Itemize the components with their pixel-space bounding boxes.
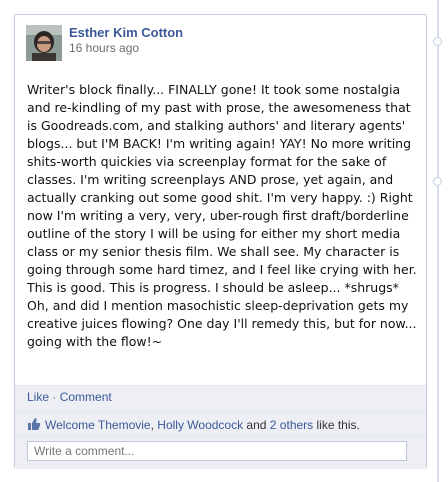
likes-and: and bbox=[243, 418, 270, 432]
comment-input[interactable] bbox=[27, 441, 407, 461]
like-button[interactable]: Like bbox=[27, 390, 49, 404]
others-link[interactable]: 2 others bbox=[270, 418, 313, 432]
post-card: Esther Kim Cotton 16 hours ago Writer's … bbox=[14, 14, 427, 469]
comment-button[interactable]: Comment bbox=[60, 390, 112, 404]
post-text: Writer's block finally... FINALLY gone! … bbox=[27, 82, 417, 349]
action-bar: Like · Comment bbox=[15, 385, 426, 412]
timeline-dot bbox=[433, 37, 442, 46]
post-timestamp[interactable]: 16 hours ago bbox=[69, 41, 139, 55]
timeline-line bbox=[437, 0, 439, 482]
avatar[interactable] bbox=[26, 25, 62, 61]
likes-suffix: like this. bbox=[313, 418, 360, 432]
liker-link[interactable]: Holly Woodcock bbox=[157, 418, 243, 432]
post-actions: Like · Comment bbox=[27, 390, 112, 404]
likes-summary: Welcome Themovie, Holly Woodcock and 2 o… bbox=[45, 418, 360, 432]
comment-row bbox=[15, 436, 426, 469]
liker-link[interactable]: Welcome Themovie bbox=[45, 418, 151, 432]
author-name[interactable]: Esther Kim Cotton bbox=[69, 25, 183, 40]
action-separator: · bbox=[49, 390, 60, 404]
likes-row: Welcome Themovie, Holly Woodcock and 2 o… bbox=[15, 412, 426, 437]
timeline-dot bbox=[433, 177, 442, 186]
thumbs-up-icon bbox=[27, 417, 41, 434]
